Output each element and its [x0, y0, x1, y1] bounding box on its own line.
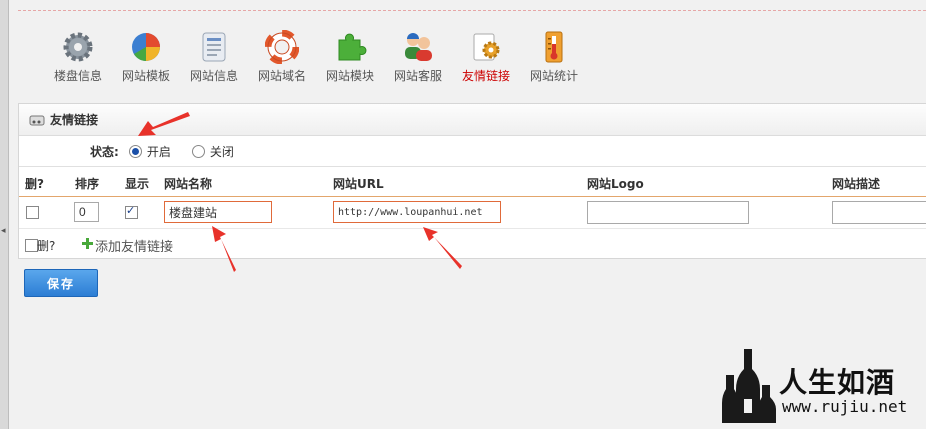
- toolbar-item-site-stats[interactable]: 网站统计: [520, 30, 588, 84]
- info-card-icon: [202, 32, 226, 62]
- thermometer-icon: [545, 31, 563, 63]
- toolbar-label: 网站域名: [257, 69, 306, 83]
- panel-drive-icon: [29, 115, 45, 125]
- pie-chart-icon: [132, 33, 160, 61]
- col-visible: 显示: [125, 177, 150, 191]
- site-desc-input[interactable]: [832, 201, 926, 224]
- order-input[interactable]: [74, 202, 99, 222]
- site-name-input[interactable]: [164, 201, 272, 223]
- status-open-label[interactable]: 开启: [147, 143, 171, 160]
- new-row-delete-label: 删?: [37, 239, 56, 253]
- watermark-title: 人生如酒: [779, 366, 896, 399]
- visible-checkbox[interactable]: [125, 204, 138, 219]
- gear-icon: [63, 32, 93, 62]
- site-url-input[interactable]: [333, 201, 501, 223]
- collapse-arrow-icon[interactable]: ◂: [1, 226, 6, 236]
- left-collapse-strip[interactable]: ◂: [0, 0, 9, 429]
- delete-checkbox[interactable]: [26, 206, 39, 219]
- toolbar-item-site-module[interactable]: 网站模块: [316, 30, 384, 84]
- col-url: 网站URL: [333, 177, 384, 191]
- wine-bottle-icon: [722, 349, 776, 423]
- toolbar-item-property-info[interactable]: 楼盘信息: [44, 30, 112, 84]
- puzzle-icon: [338, 33, 367, 61]
- col-logo: 网站Logo: [587, 177, 644, 191]
- save-button[interactable]: 保存: [24, 269, 98, 297]
- toolbar-label: 网站统计: [529, 69, 578, 83]
- col-name: 网站名称: [164, 177, 213, 191]
- status-closed-radio[interactable]: [191, 144, 205, 158]
- module-toolbar: 楼盘信息 网站模板 网站信息 网站域名 网站模块 网站客服 友情链接 网站统计: [44, 30, 588, 84]
- toolbar-label: 网站客服: [393, 69, 442, 83]
- col-delete: 删?: [25, 177, 44, 191]
- toolbar-label: 友情链接: [461, 69, 510, 83]
- toolbar-item-friend-links[interactable]: 友情链接: [452, 30, 520, 84]
- users-icon: [405, 33, 432, 61]
- toolbar-label: 楼盘信息: [53, 69, 102, 83]
- panel-header: 友情链接: [19, 104, 926, 136]
- life-ring-icon: [265, 30, 299, 64]
- toolbar-label: 网站模板: [121, 69, 170, 83]
- toolbar-item-site-domain[interactable]: 网站域名: [248, 30, 316, 84]
- top-dashed-border: [18, 0, 926, 11]
- col-desc: 网站描述: [832, 177, 881, 191]
- toolbar-label: 网站信息: [189, 69, 238, 83]
- table-header: 删? 排序 显示 网站名称 网站URL 网站Logo 网站描述: [19, 167, 926, 197]
- toolbar-label: 网站模块: [325, 69, 374, 83]
- status-open-radio[interactable]: [128, 144, 142, 158]
- toolbar-item-site-template[interactable]: 网站模板: [112, 30, 180, 84]
- table-row: [19, 197, 926, 229]
- friend-links-panel: 友情链接 状态: 开启 关闭 删? 排序 显示 网站名称 网站URL 网站Log…: [18, 103, 926, 259]
- add-friend-link-button[interactable]: 添加友情链接: [95, 236, 173, 255]
- watermark-url: www.rujiu.net: [782, 397, 908, 416]
- toolbar-item-site-info[interactable]: 网站信息: [180, 30, 248, 84]
- status-label: 状态:: [90, 144, 119, 159]
- panel-title: 友情链接: [50, 113, 99, 127]
- status-row: 状态: 开启 关闭: [19, 136, 926, 167]
- link-gears-icon: [473, 33, 500, 61]
- watermark: 人生如酒 www.rujiu.net: [722, 345, 922, 425]
- col-order: 排序: [75, 177, 100, 191]
- site-logo-input[interactable]: [587, 201, 749, 224]
- status-closed-label[interactable]: 关闭: [210, 143, 234, 160]
- add-row: 删? 添加友情链接: [19, 229, 926, 260]
- toolbar-item-site-service[interactable]: 网站客服: [384, 30, 452, 84]
- add-plus-icon[interactable]: [82, 238, 93, 249]
